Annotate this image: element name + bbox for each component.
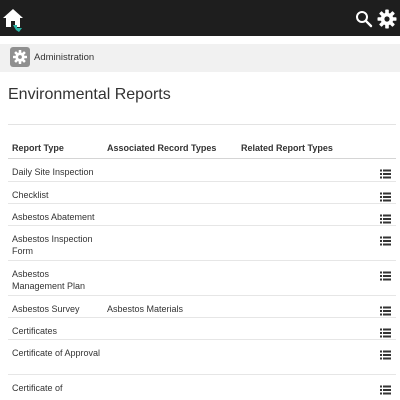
report-type-cell: Asbestos Survey xyxy=(12,304,80,314)
row-menu-button[interactable] xyxy=(380,325,391,338)
gear-icon xyxy=(13,50,27,64)
list-icon xyxy=(380,214,391,224)
row-menu-button[interactable] xyxy=(380,189,391,202)
column-header-associated-record-types: Associated Record Types xyxy=(107,143,217,153)
report-type-cell: Daily Site Inspection xyxy=(12,167,94,177)
row-menu-button[interactable] xyxy=(380,347,391,360)
search-icon xyxy=(356,11,373,28)
list-icon xyxy=(380,328,391,338)
report-type-cell: Asbestos Inspection Form xyxy=(12,234,93,256)
list-icon xyxy=(380,350,391,360)
title-divider xyxy=(8,124,396,125)
breadcrumb: Administration xyxy=(0,44,400,72)
column-header-related-report-types: Related Report Types xyxy=(241,143,333,153)
report-type-cell: Certificate of xyxy=(12,383,63,393)
report-type-cell: Asbestos Abatement xyxy=(12,212,95,222)
page-title: Environmental Reports xyxy=(8,86,171,103)
table-row[interactable]: Daily Site Inspection xyxy=(8,159,396,182)
report-type-cell: Checklist xyxy=(12,190,49,200)
list-icon xyxy=(380,169,391,179)
table-row[interactable]: Certificate of xyxy=(8,375,396,400)
table-row[interactable]: Asbestos Inspection Form xyxy=(8,226,396,261)
row-menu-button[interactable] xyxy=(380,268,391,281)
administration-button[interactable] xyxy=(10,47,30,67)
report-type-cell: Certificate of Approval xyxy=(12,348,101,358)
home-button[interactable] xyxy=(2,7,24,33)
home-icon xyxy=(3,9,23,32)
list-icon xyxy=(380,192,391,202)
table-row[interactable]: Certificates xyxy=(8,318,396,340)
row-menu-button[interactable] xyxy=(380,233,391,246)
list-icon xyxy=(380,385,391,395)
row-menu-button[interactable] xyxy=(380,382,391,395)
row-menu-button[interactable] xyxy=(380,303,391,316)
associated-record-types-cell: Asbestos Materials xyxy=(107,304,184,314)
row-menu-button[interactable] xyxy=(380,166,391,179)
list-icon xyxy=(380,271,391,281)
table-row[interactable]: Asbestos Management Plan xyxy=(8,261,396,296)
report-type-cell: Certificates xyxy=(12,326,58,336)
table-row[interactable]: Asbestos Abatement xyxy=(8,204,396,226)
list-icon xyxy=(380,306,391,316)
search-button[interactable] xyxy=(355,10,373,28)
report-type-cell: Asbestos Management Plan xyxy=(12,269,86,291)
table-row[interactable]: Checklist xyxy=(8,182,396,204)
table-row[interactable]: Asbestos Survey Asbestos Materials xyxy=(8,296,396,318)
settings-button[interactable] xyxy=(377,9,397,29)
list-icon xyxy=(380,236,391,246)
table-row[interactable]: Certificate of Approval xyxy=(8,340,396,375)
top-bar xyxy=(0,0,400,36)
row-menu-button[interactable] xyxy=(380,211,391,224)
breadcrumb-label[interactable]: Administration xyxy=(34,52,94,63)
gear-icon xyxy=(377,9,397,29)
column-header-report-type: Report Type xyxy=(12,143,64,153)
